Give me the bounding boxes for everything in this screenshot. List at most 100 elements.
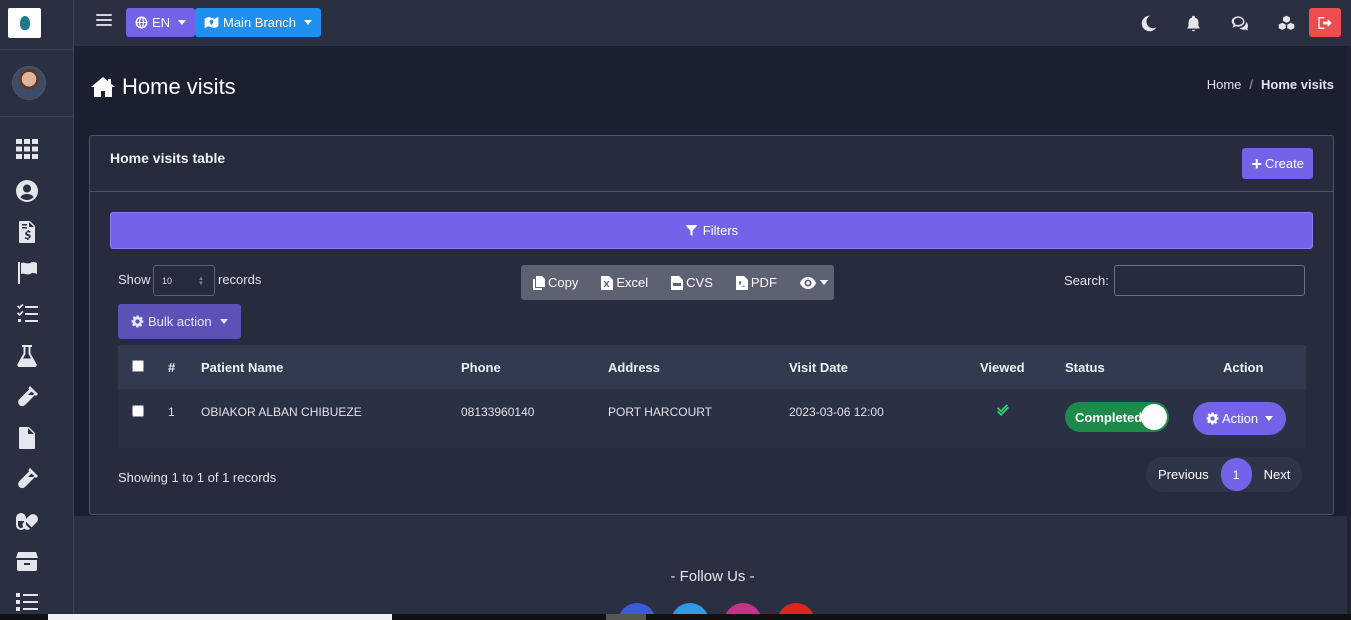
excel-button[interactable]: Excel bbox=[601, 275, 648, 290]
column-header-phone[interactable]: Phone bbox=[461, 360, 501, 375]
bulk-action-dropdown[interactable]: Bulk action bbox=[118, 304, 241, 339]
grid-icon[interactable] bbox=[14, 136, 40, 162]
search-label: Search: bbox=[1064, 273, 1109, 288]
column-header-viewed[interactable]: Viewed bbox=[980, 360, 1025, 375]
home-visits-card: Home visits table + Create Filters Show … bbox=[89, 135, 1334, 515]
sidebar bbox=[0, 0, 74, 620]
table-header: # Patient Name Phone Address Visit Date … bbox=[118, 345, 1306, 389]
csv-file-icon bbox=[671, 275, 684, 290]
column-header-status[interactable]: Status bbox=[1065, 360, 1105, 375]
test-tube-icon[interactable] bbox=[14, 384, 40, 410]
copy-button[interactable]: Copy bbox=[533, 275, 578, 290]
flask-icon[interactable] bbox=[14, 343, 40, 369]
table-row: 1 OBIAKOR ALBAN CHIBUEZE 08133960140 POR… bbox=[118, 389, 1306, 448]
topbar: EN Main Branch bbox=[74, 0, 1351, 46]
language-dropdown[interactable]: EN bbox=[126, 8, 196, 37]
logout-button[interactable] bbox=[1309, 8, 1341, 37]
csv-label: CVS bbox=[686, 275, 713, 290]
row-phone: 08133960140 bbox=[461, 405, 535, 419]
sidebar-divider bbox=[0, 49, 74, 50]
gear-icon bbox=[131, 315, 144, 328]
select-all-checkbox[interactable] bbox=[132, 360, 144, 372]
filter-icon bbox=[685, 225, 698, 236]
bottom-bar bbox=[0, 614, 1351, 620]
column-header-action: Action bbox=[1223, 360, 1264, 375]
row-visit-date: 2023-03-06 12:00 bbox=[789, 405, 884, 419]
bulk-action-label: Bulk action bbox=[148, 314, 212, 329]
row-action-label: Action bbox=[1222, 411, 1259, 426]
cubes-icon[interactable] bbox=[1276, 13, 1296, 33]
copy-icon bbox=[533, 275, 545, 290]
bottom-bar-segment bbox=[48, 614, 392, 620]
breadcrumb: Home / Home visits bbox=[1207, 77, 1334, 92]
eye-icon bbox=[799, 276, 816, 289]
column-header-address[interactable]: Address bbox=[608, 360, 660, 375]
main-content: Home visits Home / Home visits Home visits… bbox=[74, 46, 1351, 516]
column-header-visit-date[interactable]: Visit Date bbox=[789, 360, 848, 375]
file-icon[interactable] bbox=[14, 425, 40, 451]
page-size-select[interactable]: 10 ▲ ▼ bbox=[153, 265, 215, 296]
gear-icon bbox=[1206, 412, 1219, 425]
show-label: Show bbox=[118, 272, 151, 287]
menu-toggle-icon[interactable] bbox=[96, 14, 112, 30]
breadcrumb-home-link[interactable]: Home bbox=[1207, 77, 1242, 92]
check-double-icon bbox=[996, 404, 1010, 419]
capsules-icon[interactable] bbox=[14, 507, 40, 533]
row-patient-name: OBIAKOR ALBAN CHIBUEZE bbox=[201, 405, 362, 419]
vial-icon[interactable] bbox=[14, 466, 40, 492]
excel-file-icon bbox=[601, 275, 614, 290]
language-label: EN bbox=[152, 15, 171, 30]
current-page-button[interactable]: 1 bbox=[1220, 458, 1252, 491]
row-action-dropdown[interactable]: Action bbox=[1193, 402, 1287, 435]
flag-icon[interactable] bbox=[14, 260, 40, 286]
branch-dropdown[interactable]: Main Branch bbox=[195, 8, 321, 37]
row-address: PORT HARCOURT bbox=[608, 405, 713, 419]
bell-icon[interactable] bbox=[1183, 13, 1203, 33]
column-header-patient-name[interactable]: Patient Name bbox=[201, 360, 283, 375]
copy-label: Copy bbox=[548, 275, 579, 290]
chevron-down-icon bbox=[819, 280, 828, 285]
row-checkbox[interactable] bbox=[132, 405, 144, 417]
scrollbar[interactable] bbox=[1347, 46, 1351, 614]
chevron-down-icon bbox=[219, 319, 228, 324]
card-title: Home visits table bbox=[110, 150, 226, 166]
column-visibility-dropdown[interactable] bbox=[799, 276, 828, 289]
status-toggle[interactable]: Completed bbox=[1065, 402, 1169, 432]
avatar[interactable] bbox=[12, 66, 46, 100]
page-title-text: Home visits bbox=[122, 74, 236, 99]
filters-button[interactable]: Filters bbox=[110, 212, 1313, 249]
pdf-button[interactable]: PDF bbox=[735, 275, 777, 290]
box-icon[interactable] bbox=[14, 548, 40, 574]
chevron-down-icon bbox=[178, 20, 187, 25]
status-label: Completed bbox=[1075, 409, 1143, 425]
showing-records-text: Showing 1 to 1 of 1 records bbox=[118, 470, 277, 485]
invoice-icon[interactable] bbox=[14, 219, 40, 245]
next-page-button[interactable]: Next bbox=[1252, 467, 1303, 482]
previous-page-button[interactable]: Previous bbox=[1146, 467, 1221, 482]
column-header-index: # bbox=[168, 360, 176, 375]
pdf-label: PDF bbox=[750, 275, 777, 290]
user-circle-icon[interactable] bbox=[14, 178, 40, 204]
breadcrumb-separator: / bbox=[1249, 77, 1254, 92]
breadcrumb-current: Home visits bbox=[1261, 77, 1334, 92]
create-button[interactable]: + Create bbox=[1242, 148, 1313, 179]
chat-icon[interactable] bbox=[1229, 13, 1249, 33]
page-size-value: 10 bbox=[162, 276, 173, 286]
export-button-group: Copy Excel CVS PDF bbox=[521, 265, 834, 300]
app-logo[interactable] bbox=[8, 8, 41, 38]
checklist-icon[interactable] bbox=[14, 301, 40, 327]
home-visits-table: # Patient Name Phone Address Visit Date … bbox=[118, 345, 1306, 448]
home-icon bbox=[91, 77, 115, 97]
list-icon[interactable] bbox=[14, 589, 40, 615]
select-arrows-icon: ▲ ▼ bbox=[198, 276, 204, 287]
branch-label: Main Branch bbox=[223, 15, 296, 30]
excel-label: Excel bbox=[616, 275, 649, 290]
csv-button[interactable]: CVS bbox=[671, 275, 713, 290]
create-label: Create bbox=[1264, 156, 1304, 171]
moon-icon[interactable] bbox=[1138, 13, 1158, 33]
follow-us-heading: - Follow Us - bbox=[670, 568, 755, 585]
card-header: Home visits table + Create bbox=[90, 136, 1333, 192]
pdf-file-icon bbox=[735, 275, 748, 290]
records-label: records bbox=[218, 272, 262, 287]
search-input[interactable] bbox=[1114, 265, 1305, 296]
